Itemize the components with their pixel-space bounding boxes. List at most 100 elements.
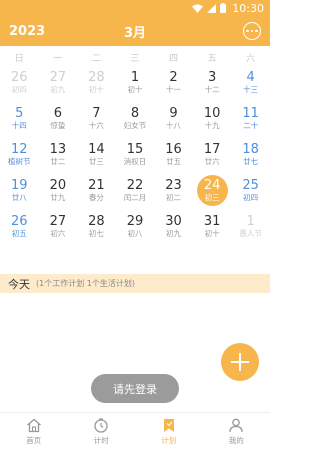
calendar-day[interactable]: 28 初十 [77, 68, 116, 104]
calendar-day[interactable]: 25 初四 [231, 176, 270, 212]
tab-timer[interactable]: 计时 [68, 413, 136, 450]
day-number: 10 [203, 106, 221, 121]
month-label[interactable]: 3月 [0, 22, 270, 41]
day-number: 12 [11, 142, 28, 157]
day-number: 16 [165, 142, 182, 157]
status-bar: 10:30 [0, 0, 270, 16]
calendar-day[interactable]: 13 廿二 [39, 140, 78, 176]
calendar-day[interactable]: 26 初五 [0, 212, 39, 248]
calendar-day[interactable]: 30 初九 [154, 212, 193, 248]
calendar-day[interactable]: 5 十四 [0, 104, 39, 140]
calendar-day[interactable]: 15 消权日 [116, 140, 155, 176]
more-options-button[interactable] [243, 22, 261, 40]
lunar-label: 初四 [11, 85, 27, 94]
calendar-week-row: 12 植树节 13 廿二 14 廿三 15 消权日 16 廿五 17 廿六 18 廿七 [0, 140, 270, 176]
lunar-label: 闰二月 [123, 193, 147, 202]
lunar-label: 春分 [88, 193, 104, 202]
day-number: 26 [11, 70, 28, 85]
calendar-day[interactable]: 12 植树节 [0, 140, 39, 176]
calendar-day[interactable]: 21 春分 [77, 176, 116, 212]
day-number: 30 [165, 214, 182, 229]
calendar-day[interactable]: 7 十六 [77, 104, 116, 140]
lunar-label: 十九 [204, 121, 220, 130]
calendar-day[interactable]: 26 初四 [0, 68, 39, 104]
lunar-label: 初三 [204, 193, 220, 202]
day-number: 28 [88, 70, 105, 85]
day-number: 27 [49, 70, 67, 85]
weekday-tue: 二 [91, 53, 101, 64]
tab-plan-label: 计划 [161, 436, 177, 445]
calendar-day[interactable]: 27 初九 [39, 68, 78, 104]
lunar-label: 廿九 [50, 193, 66, 202]
wifi-icon [192, 4, 204, 13]
tab-plan[interactable]: 计划 [135, 413, 203, 450]
calendar-grid: 26 初四 27 初九 28 初十 1 初十 2 十一 3 十二 4 十三 5 十四 6 惊蛰 7 十六 8 妇女节 9 十八… [0, 68, 270, 248]
calendar-week-row: 26 初四 27 初九 28 初十 1 初十 2 十一 3 十二 4 十三 [0, 68, 270, 104]
calendar-day[interactable]: 2 十一 [154, 68, 193, 104]
calendar-day[interactable]: 6 惊蛰 [39, 104, 78, 140]
tab-mine[interactable]: 我的 [203, 413, 271, 450]
calendar-day[interactable]: 1 愚人节 [231, 212, 270, 248]
calendar-day[interactable]: 9 十八 [154, 104, 193, 140]
calendar-day[interactable]: 14 廿三 [77, 140, 116, 176]
tab-home-label: 首页 [26, 436, 42, 445]
lunar-label: 廿八 [11, 193, 27, 202]
dot [246, 29, 249, 33]
lunar-label: 廿二 [50, 157, 66, 166]
calendar-day-today[interactable]: 24 初三 [193, 175, 232, 212]
calendar-day[interactable]: 29 初八 [116, 212, 155, 248]
calendar-day[interactable]: 3 十二 [193, 68, 232, 104]
day-number: 27 [49, 214, 67, 229]
calendar-day[interactable]: 23 初二 [154, 176, 193, 212]
calendar-day[interactable]: 22 闰二月 [116, 176, 155, 212]
calendar-day[interactable]: 11 二十 [231, 104, 270, 140]
timer-icon [94, 418, 108, 433]
day-number: 21 [88, 178, 105, 193]
calendar-day[interactable]: 31 初十 [193, 212, 232, 248]
day-number: 5 [15, 106, 24, 121]
lunar-label: 十六 [88, 121, 104, 130]
calendar-day[interactable]: 4 十三 [231, 68, 270, 104]
day-number: 24 [203, 178, 221, 193]
day-number: 22 [126, 178, 144, 193]
weekday-thu: 四 [169, 53, 179, 64]
tab-mine-label: 我的 [228, 436, 244, 445]
calendar-day[interactable]: 10 十九 [193, 104, 232, 140]
day-number: 14 [88, 142, 105, 157]
day-number: 13 [49, 142, 67, 157]
calendar-day[interactable]: 27 初六 [39, 212, 78, 248]
calendar-day[interactable]: 17 廿六 [193, 140, 232, 176]
calendar-day[interactable]: 1 初十 [116, 68, 155, 104]
lunar-label: 植树节 [8, 157, 31, 166]
calendar-day[interactable]: 20 廿九 [39, 176, 78, 212]
day-number: 23 [165, 178, 182, 193]
weekday-sat: 六 [246, 53, 256, 64]
day-number: 17 [203, 142, 221, 157]
calendar-day[interactable]: 28 初七 [77, 212, 116, 248]
lunar-label: 初九 [50, 85, 66, 94]
day-number: 31 [203, 214, 221, 229]
calendar-day[interactable]: 19 廿八 [0, 176, 39, 212]
lunar-label: 初五 [11, 229, 27, 238]
day-number: 11 [242, 106, 259, 121]
calendar-day[interactable]: 16 廿五 [154, 140, 193, 176]
lunar-label: 初十 [88, 85, 104, 94]
day-number: 4 [246, 70, 255, 85]
day-number: 20 [49, 178, 67, 193]
tab-home[interactable]: 首页 [0, 413, 68, 450]
today-bar[interactable]: 今天 (1个工作计划 1个生活计划) [0, 274, 270, 293]
lunar-label: 十二 [204, 85, 220, 94]
calendar-day[interactable]: 18 廿七 [231, 140, 270, 176]
add-plan-button[interactable] [221, 343, 259, 381]
calendar-day[interactable]: 8 妇女节 [116, 104, 155, 140]
lunar-label: 初八 [127, 229, 143, 238]
lunar-label: 初十 [204, 229, 220, 238]
home-icon [26, 418, 41, 433]
weekday-wed: 三 [130, 53, 140, 64]
lunar-label: 廿六 [204, 157, 220, 166]
lunar-label: 十四 [11, 121, 27, 130]
lunar-label: 十一 [166, 85, 182, 94]
lunar-label: 廿三 [88, 157, 104, 166]
lunar-label: 初九 [166, 229, 182, 238]
calendar-week-row: 19 廿八 20 廿九 21 春分 22 闰二月 23 初二 24 初三 25 初四 [0, 175, 270, 212]
